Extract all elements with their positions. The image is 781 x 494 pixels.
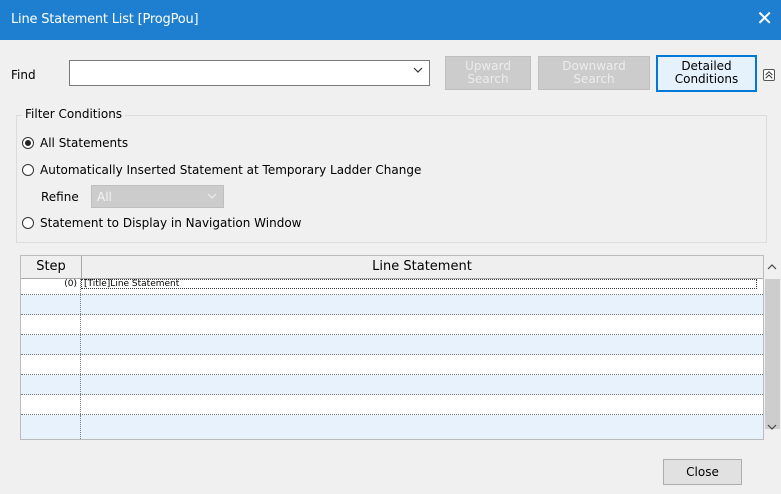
cell-step	[21, 395, 81, 414]
chevron-down-icon	[207, 193, 217, 199]
radio-navigation-window[interactable]	[22, 217, 34, 229]
scroll-down-icon[interactable]	[766, 421, 778, 433]
radio-selected-dot	[25, 140, 31, 146]
radio-auto-inserted[interactable]	[22, 164, 34, 176]
table-row[interactable]	[21, 355, 763, 375]
filter-conditions-title: Filter Conditions	[22, 107, 126, 121]
scroll-up-icon[interactable]	[766, 261, 778, 273]
table-row[interactable]	[21, 395, 763, 415]
cell-line-statement: [Title]Line Statement	[84, 279, 180, 289]
selection-box	[81, 279, 757, 289]
close-button[interactable]: Close	[663, 459, 742, 485]
find-input[interactable]	[69, 60, 430, 86]
detailed-conditions-button[interactable]: Detailed Conditions	[656, 55, 757, 92]
column-header-line-statement[interactable]: Line Statement	[81, 256, 763, 278]
scrollbar-thumb[interactable]	[765, 279, 780, 429]
table-row[interactable]	[21, 375, 763, 395]
title-bar: Line Statement List [ProgPou] ✕	[0, 0, 781, 40]
close-icon[interactable]: ✕	[756, 8, 773, 28]
collapse-icon[interactable]	[763, 69, 775, 81]
window-title: Line Statement List [ProgPou]	[11, 12, 199, 27]
line-statement-list-dialog: Line Statement List [ProgPou] ✕ Find Upw…	[0, 0, 781, 494]
table-header: Step Line Statement	[21, 256, 763, 279]
column-header-step[interactable]: Step	[21, 256, 82, 278]
find-label: Find	[11, 68, 36, 82]
chevron-down-icon[interactable]	[413, 65, 423, 75]
table-row[interactable]	[21, 415, 763, 439]
cell-step	[21, 335, 81, 354]
refine-label: Refine	[41, 190, 79, 204]
refine-value: All	[97, 190, 112, 204]
line-statement-table[interactable]: Step Line Statement (0) [Title]Line Stat…	[20, 255, 764, 440]
table-row[interactable]	[21, 295, 763, 315]
downward-search-button[interactable]: Downward Search	[538, 56, 650, 90]
radio-all-statements-label[interactable]: All Statements	[40, 136, 128, 150]
cell-step	[21, 315, 81, 334]
radio-navigation-window-label[interactable]: Statement to Display in Navigation Windo…	[40, 216, 301, 230]
table-row[interactable]: (0) [Title]Line Statement	[21, 279, 763, 295]
cell-step: (0)	[21, 279, 81, 294]
radio-all-statements[interactable]	[22, 137, 34, 149]
table-row[interactable]	[21, 335, 763, 355]
cell-step	[21, 415, 81, 439]
radio-auto-inserted-label[interactable]: Automatically Inserted Statement at Temp…	[40, 163, 421, 177]
upward-search-button[interactable]: Upward Search	[445, 56, 531, 90]
table-row[interactable]	[21, 315, 763, 335]
cell-step	[21, 295, 81, 314]
refine-select[interactable]: All	[91, 185, 224, 208]
cell-step	[21, 375, 81, 394]
vertical-scrollbar[interactable]	[764, 255, 781, 440]
cell-step	[21, 355, 81, 374]
